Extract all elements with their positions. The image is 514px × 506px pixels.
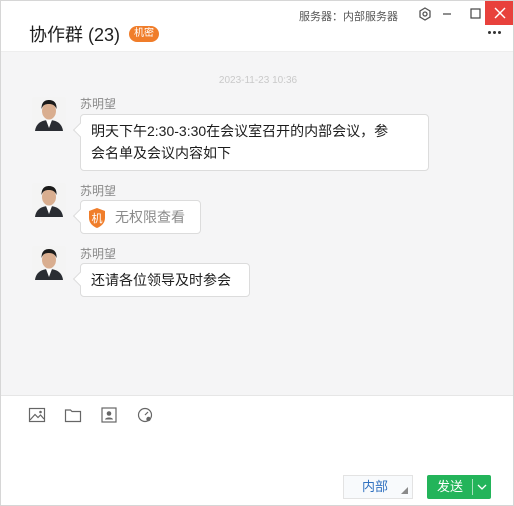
sender-name: 苏明望: [80, 247, 117, 261]
image-icon: [28, 407, 46, 423]
corner-triangle-icon: [401, 487, 408, 494]
person-avatar-icon: [32, 97, 66, 131]
send-divider: [472, 479, 473, 495]
folder-icon: [64, 409, 82, 423]
more-icon-dot: [493, 31, 496, 34]
composer-divider: [1, 395, 513, 396]
contact-card-icon: [101, 407, 117, 423]
send-label: 发送: [437, 479, 464, 494]
minimize-icon: [443, 13, 451, 15]
sender-name: 苏明望: [80, 184, 117, 198]
more-icon-dot: [488, 31, 491, 34]
gear-icon: [419, 7, 431, 21]
restricted-text: 无权限查看: [115, 209, 185, 225]
message-bubble[interactable]: 明天下午2:30-3:30在会议室召开的内部会议，参 会名单及会议内容如下: [80, 114, 429, 171]
person-avatar-icon: [32, 183, 66, 217]
settings-button[interactable]: [415, 4, 435, 24]
scope-label: 内部: [362, 479, 389, 494]
restricted-message-bubble[interactable]: 机 无权限查看: [80, 200, 201, 234]
maximize-button[interactable]: [465, 4, 485, 24]
message-list: 2023-11-23 10:36 苏明望 明天下午2:30-3:30在会议室召开…: [1, 52, 513, 395]
message-timestamp: 2023-11-23 10:36: [218, 75, 298, 86]
classification-badge: 机密: [129, 26, 159, 42]
sender-name: 苏明望: [80, 97, 117, 111]
message-text-line: 明天下午2:30-3:30在会议室召开的内部会议，参: [91, 123, 389, 139]
group-title: 协作群 (23): [29, 25, 121, 45]
avatar[interactable]: [32, 97, 66, 131]
confidential-glyph: 机: [92, 211, 103, 225]
close-icon: [494, 7, 506, 19]
chat-window: 协作群 (23) 机密 服务器：内部服务器 2023-11-23 10:36 苏…: [0, 0, 514, 506]
more-button[interactable]: [487, 27, 503, 39]
confidential-shield-icon: 机: [89, 208, 105, 228]
avatar[interactable]: [32, 246, 66, 280]
message-bubble[interactable]: 还请各位领导及时参会: [80, 263, 250, 297]
send-button[interactable]: 发送: [427, 475, 491, 499]
contact-card-button[interactable]: [100, 406, 118, 424]
image-button[interactable]: [28, 406, 46, 424]
message-text-line: 会名单及会议内容如下: [91, 145, 231, 161]
close-button[interactable]: [485, 1, 513, 25]
screenshot-button[interactable]: [136, 406, 154, 424]
more-icon-dot: [498, 31, 501, 34]
avatar[interactable]: [32, 183, 66, 217]
person-avatar-icon: [32, 246, 66, 280]
screenshot-icon: [137, 407, 153, 423]
title-bar: 协作群 (23) 机密 服务器：内部服务器: [1, 1, 513, 49]
visibility-scope-select[interactable]: 内部: [343, 475, 413, 499]
minimize-button[interactable]: [437, 4, 457, 24]
file-button[interactable]: [64, 406, 82, 424]
chevron-down-icon[interactable]: [476, 481, 488, 493]
message-text: 还请各位领导及时参会: [91, 272, 231, 288]
maximize-icon: [470, 8, 481, 19]
server-label: 服务器：内部服务器: [299, 11, 398, 23]
